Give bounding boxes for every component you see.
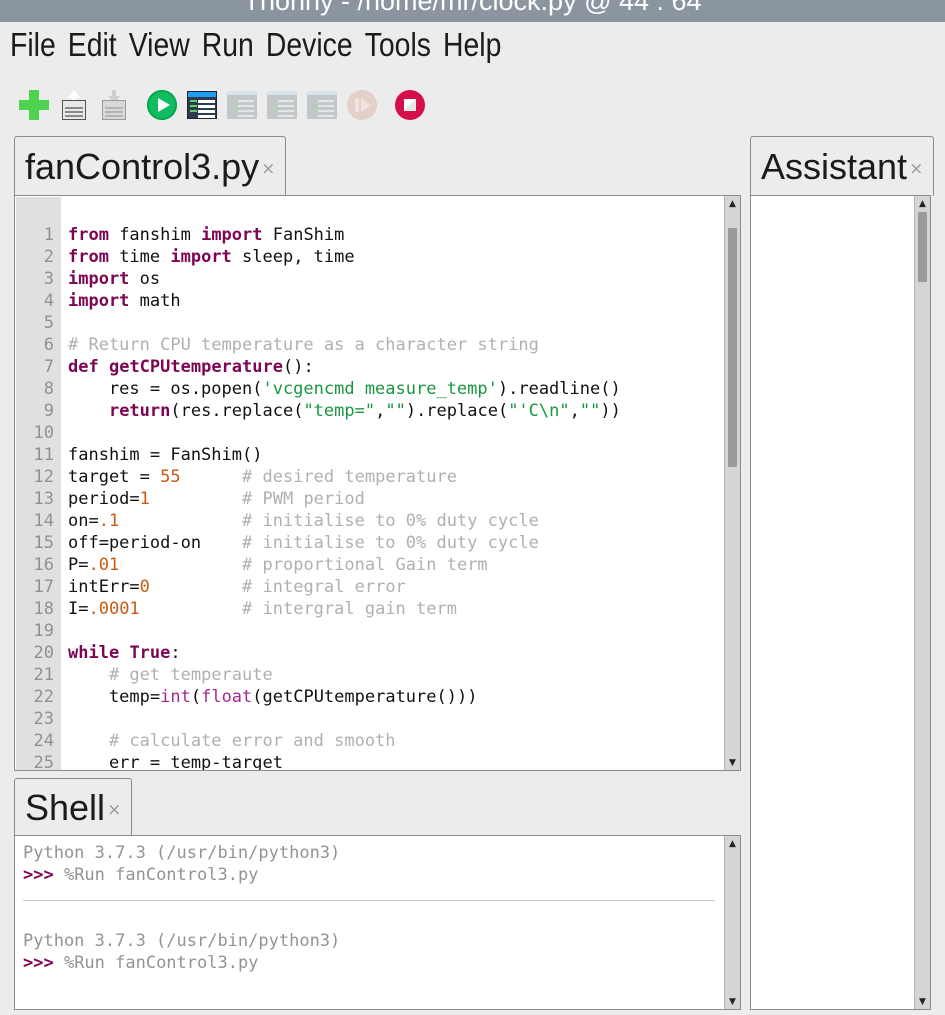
scrollbar-thumb[interactable] xyxy=(728,228,737,467)
tab-assistant[interactable]: Assistant × xyxy=(750,136,934,196)
step-over-icon: ↓ xyxy=(227,91,257,119)
menu-view[interactable]: View xyxy=(129,26,196,64)
menu-tools[interactable]: Tools xyxy=(365,26,437,64)
window-titlebar: Thonny - /home/mr/clock.py @ 44 : 64 xyxy=(0,0,945,22)
editor-panel: fanControl3.py × 1 2 3 4 5 6 7 8 9 10 11… xyxy=(14,136,741,771)
editor-vertical-scrollbar[interactable]: ▲ ▼ xyxy=(724,196,740,770)
editor-tabbar: fanControl3.py × xyxy=(14,136,741,196)
assistant-vertical-scrollbar[interactable]: ▲ ▼ xyxy=(914,196,930,1009)
scroll-down-arrow-icon[interactable]: ▼ xyxy=(915,994,930,1009)
scrollbar-thumb[interactable] xyxy=(918,212,927,283)
shell-divider xyxy=(23,900,715,901)
shell-tabbar: Shell × xyxy=(14,778,741,836)
plus-icon xyxy=(19,90,49,120)
new-file-button[interactable] xyxy=(14,83,54,127)
close-icon[interactable]: × xyxy=(107,802,121,819)
floppy-save-icon xyxy=(100,90,128,120)
step-out-button[interactable]: ↵ xyxy=(302,83,342,127)
step-into-icon: ↳ xyxy=(267,91,297,119)
step-out-icon: ↵ xyxy=(307,91,337,119)
floppy-load-icon xyxy=(60,90,88,120)
assistant-content-area[interactable]: ▲ ▼ xyxy=(750,195,931,1010)
menu-help[interactable]: Help xyxy=(443,26,507,64)
tab-shell[interactable]: Shell × xyxy=(14,778,132,836)
assistant-tabbar: Assistant × xyxy=(750,136,934,196)
scroll-up-arrow-icon[interactable]: ▲ xyxy=(725,836,740,851)
editor-code[interactable]: from fanshim import FanShim from time im… xyxy=(61,197,717,771)
menu-edit[interactable]: Edit xyxy=(68,26,123,64)
shell-vertical-scrollbar[interactable]: ▲ ▼ xyxy=(724,836,740,1009)
step-into-button[interactable]: ↳ xyxy=(262,83,302,127)
editor-source-code: from fanshim import FanShim from time im… xyxy=(68,225,621,771)
editor-tab-label: fanControl3.py xyxy=(25,145,260,187)
shell-tab-label: Shell xyxy=(25,786,106,828)
assistant-panel: Assistant × ▲ ▼ xyxy=(750,136,934,1010)
shell-block: Python 3.7.3 (/usr/bin/python3) >>> %Run… xyxy=(23,843,341,885)
assistant-tab-label: Assistant xyxy=(761,145,908,187)
menu-file[interactable]: File xyxy=(10,26,62,64)
close-icon[interactable]: × xyxy=(909,161,923,178)
run-button[interactable] xyxy=(142,83,182,127)
shell-panel: Shell × Python 3.7.3 (/usr/bin/python3) … xyxy=(14,778,741,1010)
stop-button[interactable] xyxy=(390,83,430,127)
editor-line-numbers: 1 2 3 4 5 6 7 8 9 10 11 12 13 14 15 16 1… xyxy=(33,225,54,771)
scroll-down-arrow-icon[interactable]: ▼ xyxy=(725,755,740,770)
resume-button[interactable] xyxy=(342,83,382,127)
shell-block: Python 3.7.3 (/usr/bin/python3) >>> %Run… xyxy=(23,931,341,973)
menu-run[interactable]: Run xyxy=(202,26,260,64)
editor-text-area[interactable]: 1 2 3 4 5 6 7 8 9 10 11 12 13 14 15 16 1… xyxy=(14,195,741,771)
scroll-down-arrow-icon[interactable]: ▼ xyxy=(725,994,740,1009)
window-title: Thonny - /home/mr/clock.py @ 44 : 64 xyxy=(243,0,702,16)
close-icon[interactable]: × xyxy=(261,161,275,178)
editor-gutter: 1 2 3 4 5 6 7 8 9 10 11 12 13 14 15 16 1… xyxy=(16,197,61,771)
tab-fancontrol3-py[interactable]: fanControl3.py × xyxy=(14,136,286,196)
toolbar: ↓ ↳ ↵ xyxy=(0,80,945,130)
debug-button[interactable] xyxy=(182,83,222,127)
open-file-button[interactable] xyxy=(54,83,94,127)
step-over-button[interactable]: ↓ xyxy=(222,83,262,127)
shell-output-area[interactable]: Python 3.7.3 (/usr/bin/python3) >>> %Run… xyxy=(14,835,741,1010)
resume-icon xyxy=(347,90,377,120)
scroll-up-arrow-icon[interactable]: ▲ xyxy=(915,196,930,211)
menubar: File Edit View Run Device Tools Help xyxy=(0,22,945,74)
thonny-window: Thonny - /home/mr/clock.py @ 44 : 64 Fil… xyxy=(0,0,945,1015)
save-file-button[interactable] xyxy=(94,83,134,127)
stop-icon xyxy=(395,90,425,120)
menu-device[interactable]: Device xyxy=(266,26,359,64)
scroll-up-arrow-icon[interactable]: ▲ xyxy=(725,196,740,211)
debug-icon xyxy=(187,91,217,119)
run-play-icon xyxy=(147,90,177,120)
